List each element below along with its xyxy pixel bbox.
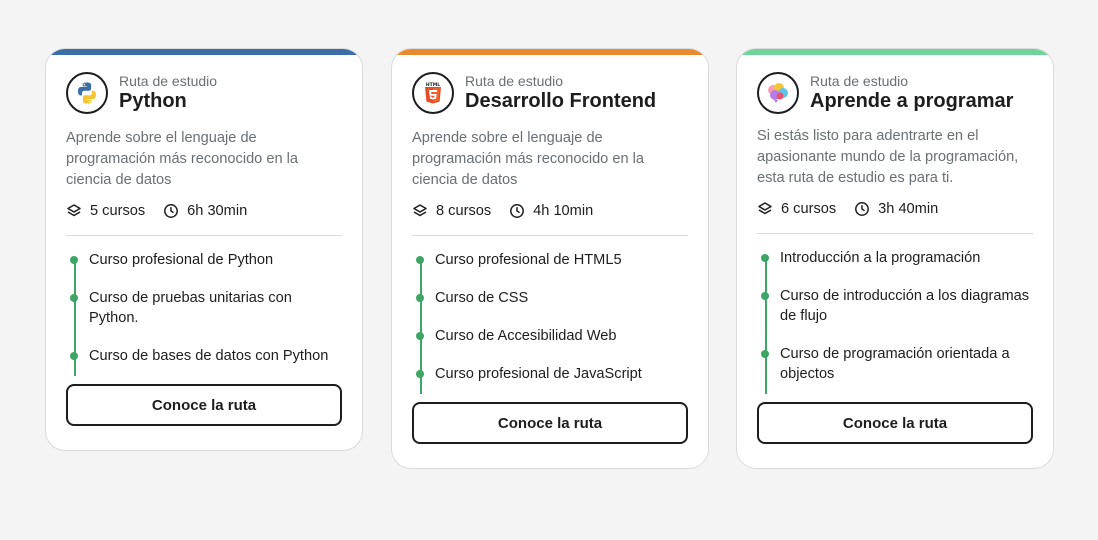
timeline-item: Curso de programación orientada a object… xyxy=(761,344,1033,384)
course-timeline: Introducción a la programación Curso de … xyxy=(757,248,1033,394)
timeline-item: Curso profesional de Python xyxy=(70,250,342,270)
timeline-item: Curso de CSS xyxy=(416,288,688,308)
timeline-item: Curso de Accesibilidad Web xyxy=(416,326,688,346)
timeline-item: Curso de pruebas unitarias con Python. xyxy=(70,288,342,328)
brain-icon xyxy=(757,72,799,114)
card-eyebrow: Ruta de estudio xyxy=(119,72,218,89)
html5-logo-icon: HTML xyxy=(412,72,454,114)
timeline-item: Curso de introducción a los diagramas de… xyxy=(761,286,1033,326)
card-description: Aprende sobre el lenguaje de programació… xyxy=(66,130,299,188)
conoce-la-ruta-button[interactable]: Conoce la ruta xyxy=(66,384,342,426)
card-title: Python xyxy=(119,90,187,113)
timeline-item: Curso profesional de HTML5 xyxy=(416,250,688,270)
card-meta: 8 cursos 4h 10min xyxy=(412,203,688,219)
timeline-dot xyxy=(416,332,424,340)
conoce-la-ruta-button[interactable]: Conoce la ruta xyxy=(412,402,688,444)
timeline-dot xyxy=(761,350,769,358)
duration-label: 4h 10min xyxy=(533,203,594,219)
divider xyxy=(757,233,1033,234)
duration-label: 3h 40min xyxy=(878,201,939,217)
courses-label: 5 cursos xyxy=(90,203,146,219)
clock-icon xyxy=(510,204,525,218)
duration: 3h 40min xyxy=(854,201,938,217)
clock-icon xyxy=(164,204,179,218)
card-header: HTML Ruta de estudio Desarrollo Frontend xyxy=(412,72,688,114)
card-eyebrow: Ruta de estudio xyxy=(465,72,564,89)
courses-count: 8 cursos xyxy=(412,203,491,219)
layers-icon xyxy=(67,204,81,217)
card-eyebrow: Ruta de estudio xyxy=(810,72,909,89)
course-timeline: Curso profesional de HTML5 Curso de CSS … xyxy=(412,250,688,394)
timeline-dot xyxy=(70,256,78,264)
conoce-la-ruta-button[interactable]: Conoce la ruta xyxy=(757,402,1033,444)
timeline-dot xyxy=(761,292,769,300)
timeline-dot xyxy=(70,352,78,360)
route-card-frontend: HTML Ruta de estudio Desarrollo Frontend… xyxy=(391,48,709,469)
route-card-aprende-a-programar: Ruta de estudio Aprende a programar Si e… xyxy=(736,48,1054,469)
layers-icon xyxy=(758,202,772,215)
card-meta: 6 cursos 3h 40min xyxy=(757,201,1033,217)
course-timeline: Curso profesional de Python Curso de pru… xyxy=(66,250,342,376)
duration: 6h 30min xyxy=(163,203,247,219)
card-header: Ruta de estudio Aprende a programar xyxy=(757,72,1033,114)
timeline-dot xyxy=(416,370,424,378)
timeline-dot xyxy=(416,294,424,302)
divider xyxy=(412,235,688,236)
card-title: Desarrollo Frontend xyxy=(465,90,657,113)
card-header: Ruta de estudio Python xyxy=(66,72,342,114)
python-logo-icon xyxy=(66,72,108,114)
timeline-item: Curso profesional de JavaScript xyxy=(416,364,688,384)
divider xyxy=(66,235,342,236)
card-meta: 5 cursos 6h 30min xyxy=(66,203,342,219)
courses-count: 6 cursos xyxy=(757,201,836,217)
card-title: Aprende a programar xyxy=(810,90,1014,113)
card-accent-bar xyxy=(737,49,1053,55)
courses-count: 5 cursos xyxy=(66,203,145,219)
timeline-line xyxy=(765,256,767,394)
timeline-dot xyxy=(70,294,78,302)
courses-label: 6 cursos xyxy=(781,201,837,217)
timeline-item: Curso de bases de datos con Python xyxy=(70,346,342,366)
duration: 4h 10min xyxy=(509,203,593,219)
duration-label: 6h 30min xyxy=(187,203,248,219)
card-description: Aprende sobre el lenguaje de programació… xyxy=(412,130,645,188)
card-accent-bar xyxy=(392,49,708,55)
layers-icon xyxy=(413,204,427,217)
card-description: Si estás listo para adentrarte en el apa… xyxy=(757,128,1019,186)
timeline-dot xyxy=(761,254,769,262)
clock-icon xyxy=(855,202,870,216)
courses-label: 8 cursos xyxy=(436,203,492,219)
route-card-python: Ruta de estudio Python Aprende sobre el … xyxy=(45,48,363,451)
timeline-item: Introducción a la programación xyxy=(761,248,1033,268)
timeline-dot xyxy=(416,256,424,264)
card-accent-bar xyxy=(46,49,362,55)
